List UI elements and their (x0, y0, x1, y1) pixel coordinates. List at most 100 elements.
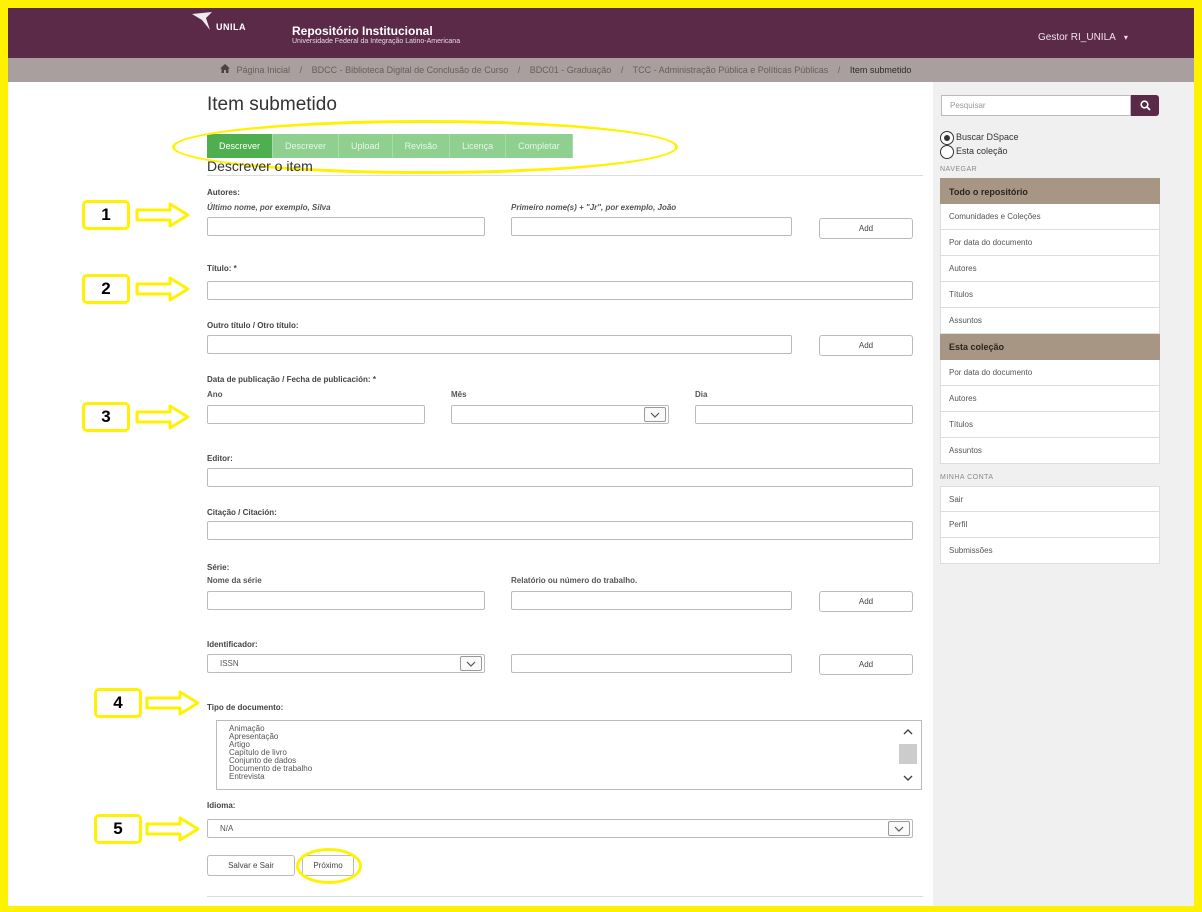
title-label: Título: * (207, 264, 237, 273)
identifier-label: Identificador: (207, 640, 258, 649)
home-icon[interactable] (220, 58, 230, 82)
annotation-arrow-icon (135, 404, 190, 430)
last-name-label: Último nome, por exemplo, Silva (207, 203, 331, 212)
doc-type-listbox[interactable]: Animação Apresentação Artigo Capítulo de… (216, 720, 922, 790)
identifier-type-select[interactable]: ISSN (207, 654, 485, 673)
sidebar-item-submissions[interactable]: Submissões (940, 538, 1160, 564)
page-title: Item submetido (207, 94, 337, 115)
radio-unchecked-icon[interactable] (940, 145, 954, 159)
citation-label: Citação / Citación: (207, 508, 277, 517)
annotation-arrow-icon (145, 816, 200, 842)
list-item[interactable]: Apresentação (229, 733, 921, 741)
section-divider (207, 175, 923, 176)
other-title-input[interactable] (207, 335, 792, 354)
chevron-down-icon (644, 407, 666, 422)
annotation-arrow-icon (135, 202, 190, 228)
year-input[interactable] (207, 405, 425, 424)
listbox-scrollbar[interactable] (897, 724, 919, 786)
annotation-marker-4: 4 (94, 688, 142, 718)
save-exit-button[interactable]: Salvar e Sair (207, 855, 295, 876)
sidebar-item-collection-subjects[interactable]: Assuntos (940, 438, 1160, 464)
author-last-name-input[interactable] (207, 217, 485, 236)
breadcrumb-home[interactable]: Página Inicial (237, 65, 291, 75)
month-select[interactable] (451, 405, 669, 424)
sidebar-item-subjects[interactable]: Assuntos (940, 308, 1160, 334)
radio-label: Buscar DSpace (956, 132, 1019, 142)
add-series-button[interactable]: Add (819, 591, 913, 612)
top-navbar: UNILA Repositório Institucional Universi… (8, 8, 1194, 58)
date-label: Data de publicação / Fecha de publicació… (207, 375, 376, 384)
site-logo[interactable]: UNILA (192, 12, 246, 32)
user-name: Gestor RI_UNILA (1038, 32, 1116, 43)
site-title[interactable]: Repositório Institucional (292, 24, 433, 38)
sidebar-item-authors[interactable]: Autores (940, 256, 1160, 282)
search-input[interactable]: Pesquisar (941, 95, 1131, 116)
language-select[interactable]: N/A (207, 819, 913, 838)
add-author-button[interactable]: Add (819, 218, 913, 239)
series-label: Série: (207, 563, 230, 572)
annotation-arrow-icon (145, 690, 200, 716)
collection-header: Esta coleção (940, 334, 1160, 360)
breadcrumb-bdcc[interactable]: BDCC - Biblioteca Digital de Conclusão d… (312, 65, 509, 75)
add-other-title-button[interactable]: Add (819, 335, 913, 356)
site-subtitle: Universidade Federal da Integração Latin… (292, 38, 461, 45)
list-item[interactable]: Entrevista (229, 773, 921, 781)
publisher-label: Editor: (207, 454, 233, 463)
breadcrumb-separator: / (837, 65, 841, 75)
doc-type-label: Tipo de documento: (207, 703, 284, 712)
list-item[interactable]: Documento de trabalho (229, 765, 921, 773)
search-button[interactable] (1131, 95, 1159, 116)
sidebar-item-collection-titles[interactable]: Títulos (940, 412, 1160, 438)
authors-label: Autores: (207, 188, 240, 197)
author-first-name-input[interactable] (511, 217, 792, 236)
month-label: Mês (451, 390, 467, 399)
breadcrumb-bdc01[interactable]: BDC01 - Graduação (530, 65, 612, 75)
citation-input[interactable] (207, 521, 913, 540)
footer-divider (207, 896, 923, 897)
identifier-type-value: ISSN (220, 659, 239, 668)
chevron-down-icon (460, 656, 482, 671)
add-identifier-button[interactable]: Add (819, 654, 913, 675)
radio-label: Esta coleção (956, 146, 1008, 156)
language-label: Idioma: (207, 801, 236, 810)
account-list: Sair Perfil Submissões (940, 486, 1160, 564)
user-menu[interactable]: Gestor RI_UNILA ▾ (1038, 32, 1128, 43)
breadcrumb-separator: / (620, 65, 624, 75)
chevron-up-icon[interactable] (897, 724, 919, 740)
sidebar-item-by-date[interactable]: Por data do documento (940, 230, 1160, 256)
sidebar-item-collection-authors[interactable]: Autores (940, 386, 1160, 412)
series-name-input[interactable] (207, 591, 485, 610)
highlight-ellipse-next (296, 848, 362, 884)
list-item[interactable]: Conjunto de dados (229, 757, 921, 765)
scrollbar-thumb[interactable] (899, 744, 917, 764)
breadcrumb: Página Inicial / BDCC - Biblioteca Digit… (8, 58, 1194, 82)
chevron-down-icon (888, 821, 910, 836)
sidebar-item-collection-by-date[interactable]: Por data do documento (940, 360, 1160, 386)
sidebar-item-titles[interactable]: Títulos (940, 282, 1160, 308)
day-input[interactable] (695, 405, 913, 424)
section-title: Descrever o item (207, 158, 313, 174)
radio-checked-icon[interactable] (940, 131, 954, 145)
language-value: N/A (220, 824, 234, 833)
breadcrumb-tcc[interactable]: TCC - Administração Pública e Políticas … (633, 65, 829, 75)
list-item[interactable]: Artigo (229, 741, 921, 749)
annotation-marker-1: 1 (82, 200, 130, 230)
sidebar-item-profile[interactable]: Perfil (940, 512, 1160, 538)
list-item[interactable]: Capítulo de livro (229, 749, 921, 757)
caret-down-icon: ▾ (1123, 33, 1128, 42)
year-label: Ano (207, 390, 223, 399)
report-number-input[interactable] (511, 591, 792, 610)
breadcrumb-separator: / (517, 65, 521, 75)
annotation-arrow-icon (135, 276, 190, 302)
chevron-down-icon[interactable] (897, 770, 919, 786)
day-label: Dia (695, 390, 708, 399)
logo-text: UNILA (216, 22, 246, 32)
list-item[interactable]: Animação (229, 725, 921, 733)
sidebar-item-communities[interactable]: Comunidades e Coleções (940, 204, 1160, 230)
sidebar-item-logout[interactable]: Sair (940, 486, 1160, 512)
identifier-value-input[interactable] (511, 654, 792, 673)
title-input[interactable] (207, 281, 913, 300)
publisher-input[interactable] (207, 468, 913, 487)
search-placeholder: Pesquisar (950, 101, 986, 110)
other-title-label: Outro título / Otro título: (207, 321, 299, 330)
